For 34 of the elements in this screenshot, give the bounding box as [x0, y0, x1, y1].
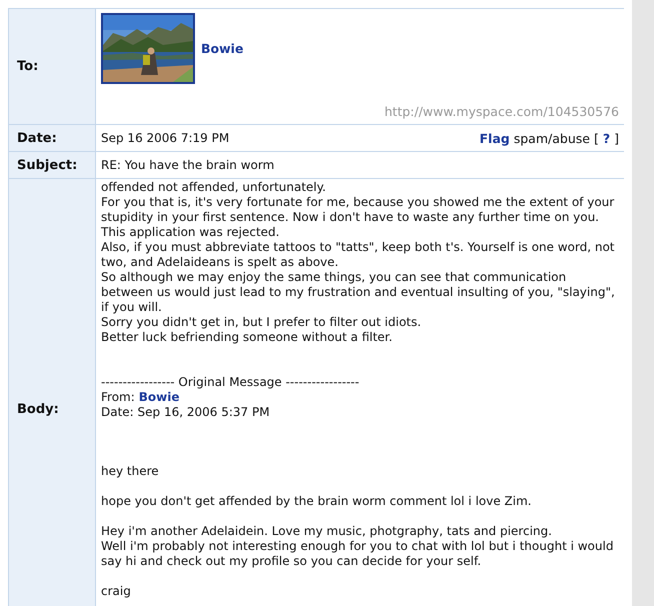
subject-value: RE: You have the brain worm: [101, 158, 274, 172]
original-date: Date: Sep 16, 2006 5:37 PM: [101, 405, 271, 420]
message-line: if you will.: [101, 300, 163, 315]
message-line: Hey i'm another Adelaidein. Love my music, photgraphy, tats and piercing.: [101, 524, 553, 539]
message-line: stupidity in your first sentence. Now i don't have to waste any further time on you.: [101, 210, 600, 225]
message-line: between us would just lead to my frustration and eventual insulting of you, "slaying",: [101, 285, 616, 300]
message-line: Well i'm probably not interesting enough for you to chat with lol but i thought i would: [101, 539, 614, 554]
message-line: offended not affended, unfortunately.: [101, 180, 327, 195]
field-label: Subject:: [17, 158, 78, 172]
bracket-text: [: [594, 130, 599, 146]
message-line: For you that is, it's very fortunate for me, because you showed me the extent of your: [101, 195, 616, 210]
bracket-text: ]: [614, 130, 619, 146]
message-line: say hi and check out my profile so you can decide for your self.: [101, 554, 482, 569]
field-label: Date:: [17, 130, 57, 146]
sender-link[interactable]: Bowie: [138, 390, 180, 405]
message-line: craig: [101, 584, 132, 599]
profile-name-link[interactable]: Bowie: [201, 41, 244, 56]
message-line: So although we may enjoy the same things, you can see that communication: [101, 270, 568, 285]
help-link[interactable]: ?: [602, 130, 610, 146]
from-label: From:: [101, 390, 135, 405]
message-line: Also, if you must abbreviate tattoos to "tatts", keep both t's. Yourself is one word, not: [101, 240, 616, 255]
message-line: Better luck befriending someone without a filter.: [101, 330, 394, 345]
field-label: Body:: [17, 402, 59, 416]
message-line: two, and Adelaideans is spelt as above.: [101, 255, 340, 270]
message-line: This application was rejected.: [101, 225, 280, 240]
flag-text: spam/abuse: [514, 130, 590, 146]
date-value: Sep 16 2006 7:19 PM: [101, 131, 230, 145]
message-line: hey there: [101, 464, 160, 479]
flag-link[interactable]: Flag: [480, 130, 510, 146]
message-line: hope you don't get affended by the brain worm comment lol i love Zim.: [101, 494, 532, 509]
profile-url: http://www.myspace.com/104530576: [384, 104, 619, 119]
message-line: Sorry you didn't get in, but I prefer to filter out idiots.: [101, 315, 422, 330]
field-label: To:: [17, 59, 38, 74]
original-message-divider: ----------------- Original Message -----------------: [101, 375, 360, 390]
